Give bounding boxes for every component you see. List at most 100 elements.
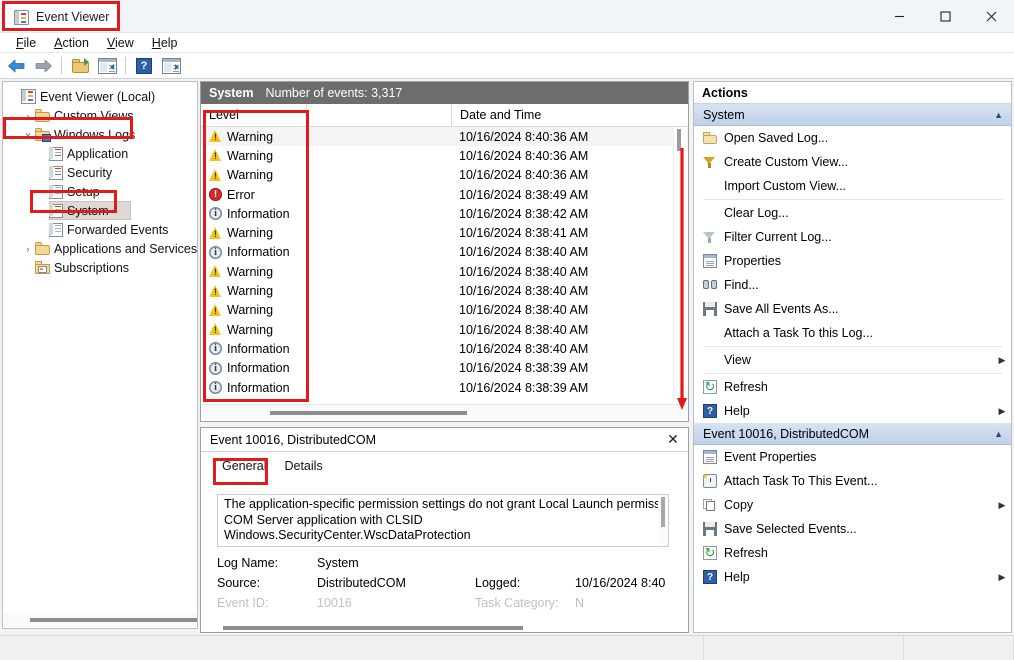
table-row[interactable]: Warning 10/16/2024 8:38:41 AM [201, 223, 688, 242]
action-item-view[interactable]: View ▶ [694, 348, 1011, 372]
tree-item-custom-views[interactable]: › Custom Views [3, 106, 197, 125]
detail-horizontal-scrollbar[interactable] [223, 624, 663, 632]
description-vertical-scrollbar[interactable] [658, 495, 668, 546]
action-item-import-custom-view[interactable]: Import Custom View... [694, 174, 1011, 198]
warning-icon [209, 265, 222, 278]
detail-hscroll-thumb[interactable] [223, 626, 523, 630]
table-row[interactable]: Information 10/16/2024 8:38:42 AM [201, 204, 688, 223]
table-row[interactable]: Information 10/16/2024 8:38:40 AM [201, 243, 688, 262]
save-icon [703, 522, 717, 536]
action-item-clear-log[interactable]: Clear Log... [694, 201, 1011, 225]
chevron-down-icon[interactable]: ⌄ [21, 126, 35, 139]
chevron-up-icon[interactable]: ▲ [994, 429, 1003, 439]
tree-item-system[interactable]: System [3, 201, 197, 220]
action-item-event-properties[interactable]: Event Properties [694, 445, 1011, 469]
action-item-label: Attach Task To This Event... [724, 474, 878, 488]
event-list-hscroll-thumb[interactable] [270, 411, 467, 415]
action-item-label: Open Saved Log... [724, 131, 829, 145]
action-item-properties[interactable]: Properties [694, 249, 1011, 273]
action-item-save-selected-events[interactable]: Save Selected Events... [694, 517, 1011, 541]
tab-general[interactable]: General [215, 456, 274, 476]
menu-view[interactable]: View [99, 35, 142, 51]
title-bar: Event Viewer [0, 0, 1014, 33]
actions-section-header[interactable]: System ▲ [694, 104, 1011, 126]
chevron-right-icon[interactable]: › [21, 244, 35, 254]
close-icon[interactable]: ✕ [664, 431, 682, 449]
window-tab-event-viewer[interactable]: Event Viewer [4, 2, 119, 32]
column-header-date-time[interactable]: Date and Time [451, 104, 688, 126]
action-item-attach-task-to-this-event[interactable]: Attach Task To This Event... [694, 469, 1011, 493]
menu-help[interactable]: Help [144, 35, 186, 51]
tree-item-forwarded-events[interactable]: Forwarded Events [3, 220, 197, 239]
back-button[interactable] [4, 55, 28, 77]
main-content: Event Viewer (Local) › Custom Views ⌄ Window… [0, 79, 1014, 635]
action-item-create-custom-view[interactable]: Create Custom View... [694, 150, 1011, 174]
action-item-help[interactable]: ? Help ▶ [694, 565, 1011, 589]
chevron-right-icon[interactable]: › [21, 111, 35, 121]
table-row[interactable]: Warning 10/16/2024 8:40:36 AM [201, 146, 688, 165]
event-list-scroll-thumb[interactable] [677, 129, 681, 151]
table-row[interactable]: Error 10/16/2024 8:38:49 AM [201, 185, 688, 204]
information-icon [209, 245, 222, 259]
action-item-refresh[interactable]: Refresh [694, 375, 1011, 399]
field-label-2: Task Category: [475, 596, 559, 610]
maximize-button[interactable] [922, 0, 968, 33]
cell-date-time: 10/16/2024 8:38:40 AM [459, 303, 589, 318]
submenu-arrow-icon[interactable]: ▶ [993, 355, 1011, 366]
table-row[interactable]: Information 10/16/2024 8:38:40 AM [201, 339, 688, 358]
tree-item-windows-logs[interactable]: ⌄ Windows Logs [3, 125, 197, 144]
table-row[interactable]: Warning 10/16/2024 8:38:40 AM [201, 320, 688, 339]
chevron-up-icon[interactable]: ▲ [994, 110, 1003, 120]
submenu-arrow-icon[interactable]: ▶ [993, 406, 1011, 417]
open-folder-button[interactable] [68, 55, 92, 77]
tree-item-event-viewer-local[interactable]: Event Viewer (Local) [3, 87, 197, 106]
submenu-arrow-icon[interactable]: ▶ [993, 500, 1011, 511]
event-list-vertical-scrollbar[interactable] [673, 127, 687, 403]
show-hide-action-pane-button[interactable] [159, 55, 183, 77]
actions-section-header[interactable]: Event 10016, DistributedCOM ▲ [694, 423, 1011, 445]
table-row[interactable]: Warning 10/16/2024 8:38:40 AM [201, 281, 688, 300]
tab-details[interactable]: Details [277, 456, 329, 476]
help-button[interactable]: ? [132, 55, 156, 77]
show-hide-tree-button[interactable] [95, 55, 119, 77]
close-button[interactable] [968, 0, 1014, 33]
help-icon: ? [136, 57, 152, 74]
action-item-help[interactable]: ? Help ▶ [694, 399, 1011, 423]
table-row[interactable]: Warning 10/16/2024 8:40:36 AM [201, 127, 688, 147]
minimize-button[interactable] [876, 0, 922, 33]
action-item-refresh[interactable]: Refresh [694, 541, 1011, 565]
tree-item-security[interactable]: Security [3, 163, 197, 182]
table-row[interactable]: Information 10/16/2024 8:38:39 AM [201, 378, 688, 397]
table-row[interactable]: Warning 10/16/2024 8:38:40 AM [201, 262, 688, 281]
table-row[interactable]: Information 10/16/2024 8:38:39 AM [201, 359, 688, 378]
log-icon [49, 203, 63, 218]
action-item-filter-current-log[interactable]: Filter Current Log... [694, 225, 1011, 249]
tree-horizontal-scrollbar[interactable] [4, 613, 197, 627]
forward-button[interactable] [31, 55, 55, 77]
tree-scroll-thumb[interactable] [30, 618, 197, 622]
action-item-save-all-events-as[interactable]: Save All Events As... [694, 297, 1011, 321]
menu-file[interactable]: File [8, 35, 44, 51]
table-row[interactable]: Warning 10/16/2024 8:40:36 AM [201, 166, 688, 185]
action-item-open-saved-log[interactable]: Open Saved Log... [694, 126, 1011, 150]
event-list-horizontal-scrollbar[interactable] [202, 404, 687, 420]
action-item-find[interactable]: Find... [694, 273, 1011, 297]
warning-icon [209, 303, 222, 317]
action-item-label: Copy [724, 498, 754, 512]
column-header-level[interactable]: Level [201, 104, 306, 126]
table-row[interactable]: Warning 10/16/2024 8:38:40 AM [201, 301, 688, 320]
column-header-spacer[interactable] [306, 104, 451, 126]
action-item-attach-a-task-to-this-log[interactable]: Attach a Task To this Log... [694, 321, 1011, 345]
cell-date-time: 10/16/2024 8:38:40 AM [459, 264, 589, 279]
field-value-2: 10/16/2024 8:40 [575, 576, 666, 590]
cell-level: Warning [201, 265, 306, 279]
submenu-arrow-icon[interactable]: ▶ [993, 572, 1011, 583]
action-item-copy[interactable]: Copy ▶ [694, 493, 1011, 517]
tree-item-applications-and-services-lo[interactable]: › Applications and Services Lo [3, 239, 198, 258]
tree-item-application[interactable]: Application [3, 144, 197, 163]
tree-item-subscriptions[interactable]: Subscriptions [3, 258, 197, 277]
save-icon [703, 302, 717, 316]
description-scroll-thumb[interactable] [661, 497, 665, 527]
menu-action[interactable]: Action [46, 35, 97, 51]
tree-item-setup[interactable]: Setup [3, 182, 197, 201]
